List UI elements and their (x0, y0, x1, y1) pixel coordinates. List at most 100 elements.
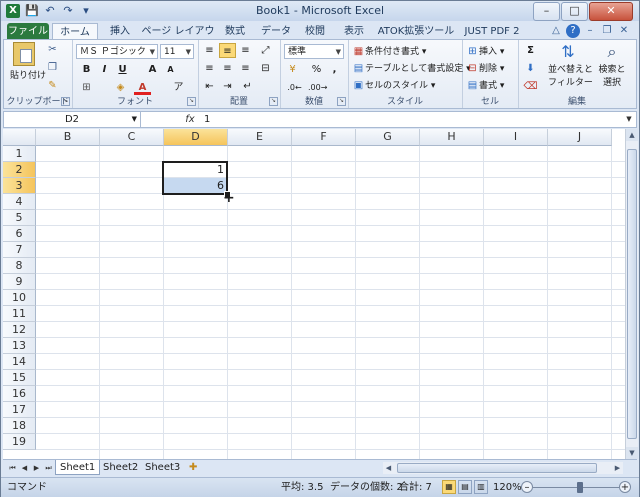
prev-sheet-icon[interactable]: ◀ (19, 462, 30, 474)
find-select-button[interactable]: ⌕ 検索と 選択 (592, 42, 632, 88)
tab-data[interactable]: データ (258, 23, 294, 40)
row-header-19[interactable]: 19 (3, 434, 36, 450)
scroll-left-icon[interactable]: ◀ (383, 462, 394, 474)
close-button[interactable]: ✕ (589, 2, 633, 21)
fill-icon[interactable]: ⬇ (522, 61, 539, 76)
grow-font-button[interactable]: A (144, 62, 161, 77)
row-header-7[interactable]: 7 (3, 242, 36, 258)
format-cells-button[interactable]: ▤ 書式 ▾ (466, 78, 505, 92)
vertical-scrollbar[interactable]: ▲ ▼ (625, 129, 638, 459)
row-header-1[interactable]: 1 (3, 146, 36, 162)
horizontal-scroll-thumb[interactable] (397, 463, 597, 473)
format-painter-icon[interactable]: ✎ (44, 78, 61, 93)
row-header-13[interactable]: 13 (3, 338, 36, 354)
column-header-e[interactable]: E (228, 129, 292, 146)
page-break-view-icon[interactable]: ▥ (474, 480, 488, 494)
align-center-icon[interactable]: ≡ (219, 61, 236, 76)
tab-review[interactable]: 校閲 (300, 23, 330, 40)
row-header-2[interactable]: 2 (3, 162, 36, 178)
tab-page-layout[interactable]: ページ レイアウト (141, 23, 215, 54)
align-middle-icon[interactable]: ≡ (219, 43, 236, 58)
scroll-down-icon[interactable]: ▼ (626, 447, 638, 459)
fill-color-icon[interactable]: ◈ (112, 80, 129, 95)
sheet-tab-sheet3[interactable]: Sheet3 (141, 460, 184, 475)
tab-view[interactable]: 表示 (339, 23, 369, 40)
column-header-d[interactable]: D (164, 129, 228, 146)
first-sheet-icon[interactable]: ⏮ (7, 462, 18, 474)
delete-cells-button[interactable]: ⊟ 削除 ▾ (466, 61, 504, 75)
tab-file[interactable]: ファイル (7, 23, 49, 40)
bold-button[interactable]: B (78, 62, 95, 77)
last-sheet-icon[interactable]: ⏭ (43, 462, 54, 474)
align-right-icon[interactable]: ≡ (237, 61, 254, 76)
orientation-icon[interactable]: ⤢ (257, 43, 274, 58)
ribbon-collapse-icon[interactable]: △ (549, 24, 563, 38)
column-header-b[interactable]: B (36, 129, 100, 146)
percent-button[interactable]: % (308, 62, 325, 77)
row-header-11[interactable]: 11 (3, 306, 36, 322)
doc-close-icon[interactable]: ✕ (617, 24, 631, 38)
autosum-button[interactable]: Σ (522, 43, 539, 58)
number-launcher-icon[interactable]: ↘ (337, 97, 346, 106)
number-format-dropdown[interactable]: 標準 ▼ (284, 44, 344, 59)
insert-cells-button[interactable]: ⊞ 挿入 ▾ (466, 44, 504, 58)
column-header-c[interactable]: C (100, 129, 164, 146)
align-left-icon[interactable]: ≡ (201, 61, 218, 76)
align-bottom-icon[interactable]: ≡ (237, 43, 254, 58)
clipboard-launcher-icon[interactable]: ↘ (61, 97, 70, 106)
column-header-j[interactable]: J (548, 129, 612, 146)
underline-button[interactable]: U (114, 62, 131, 77)
currency-icon[interactable]: ¥ (284, 62, 301, 77)
tab-insert[interactable]: 挿入 (105, 23, 135, 40)
insert-function-icon[interactable]: fx (182, 112, 198, 127)
zoom-slider[interactable]: – + (521, 481, 631, 494)
copy-icon[interactable]: ❐ (44, 60, 61, 75)
row-header-9[interactable]: 9 (3, 274, 36, 290)
column-header-h[interactable]: H (420, 129, 484, 146)
increase-decimal-icon[interactable]: .0← (286, 80, 303, 95)
expand-formula-icon[interactable]: ▼ (623, 113, 635, 125)
row-header-3[interactable]: 3 (3, 178, 36, 194)
column-header-f[interactable]: F (292, 129, 356, 146)
font-color-button[interactable]: A (134, 80, 151, 95)
wrap-text-icon[interactable]: ↵ (239, 79, 256, 94)
conditional-format-button[interactable]: ▦ 条件付き書式 ▾ (352, 44, 427, 58)
select-all-corner[interactable] (3, 129, 36, 146)
row-header-5[interactable]: 5 (3, 210, 36, 226)
worksheet-grid[interactable]: BCDEFGHIJ 1 2 3 4 5 6 7 8 9 10 11 12 13 14 15 16 17 18 19 … (3, 129, 625, 459)
column-header-g[interactable]: G (356, 129, 420, 146)
row-header-10[interactable]: 10 (3, 290, 36, 306)
zoom-out-icon[interactable]: – (521, 481, 533, 493)
row-header-4[interactable]: 4 (3, 194, 36, 210)
horizontal-scrollbar[interactable]: ◀ ▶ (383, 462, 623, 474)
zoom-knob[interactable] (577, 482, 584, 493)
scroll-right-icon[interactable]: ▶ (612, 462, 623, 474)
paste-button[interactable]: 貼り付け (10, 42, 46, 81)
normal-view-icon[interactable]: ▦ (442, 480, 456, 494)
increase-indent-icon[interactable]: ⇥ (219, 79, 236, 94)
font-size-dropdown[interactable]: 11 ▼ (160, 44, 194, 59)
column-header-i[interactable]: I (484, 129, 548, 146)
tab-atok-tools[interactable]: ATOK拡張ツール (377, 23, 455, 40)
minimize-button[interactable]: – (533, 2, 560, 21)
font-name-dropdown[interactable]: ＭＳ Ｐゴシック ▼ (76, 44, 158, 59)
row-header-6[interactable]: 6 (3, 226, 36, 242)
page-layout-view-icon[interactable]: ▤ (458, 480, 472, 494)
border-icon[interactable]: ⊞ (78, 80, 95, 95)
next-sheet-icon[interactable]: ▶ (31, 462, 42, 474)
tab-formulas[interactable]: 数式 (220, 23, 250, 40)
italic-button[interactable]: I (96, 62, 113, 77)
maximize-button[interactable]: □ (561, 2, 588, 21)
vertical-scroll-thumb[interactable] (627, 149, 637, 439)
help-icon[interactable]: ? (566, 24, 580, 38)
sheet-tab-sheet2[interactable]: Sheet2 (99, 460, 142, 475)
zoom-level[interactable]: 120% (493, 478, 522, 497)
name-box[interactable]: D2 ▼ (4, 112, 141, 127)
row-header-15[interactable]: 15 (3, 370, 36, 386)
merge-center-icon[interactable]: ⊟ (257, 61, 274, 76)
row-header-16[interactable]: 16 (3, 386, 36, 402)
row-header-18[interactable]: 18 (3, 418, 36, 434)
row-header-12[interactable]: 12 (3, 322, 36, 338)
insert-sheet-icon[interactable]: ✚ (185, 460, 201, 475)
zoom-in-icon[interactable]: + (619, 481, 631, 493)
